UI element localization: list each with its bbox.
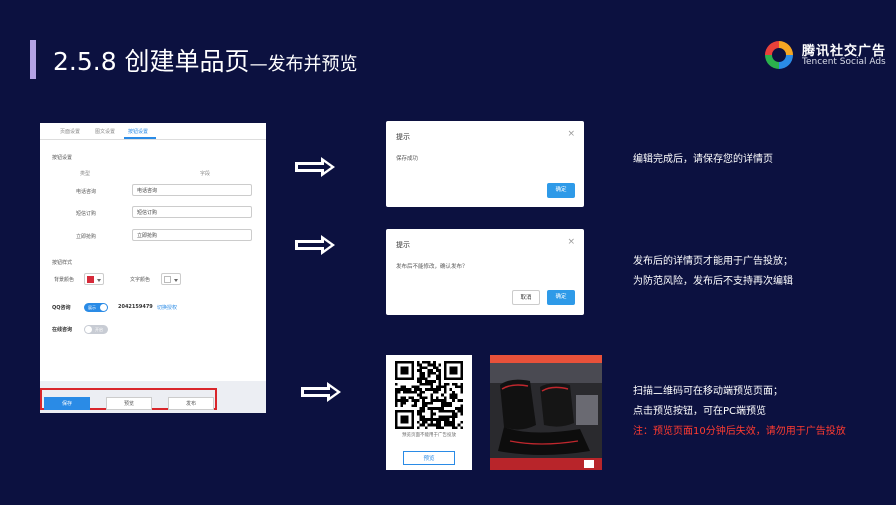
qq-consult-toggle[interactable]: 展示 xyxy=(84,303,108,312)
dialog-message: 保存成功 xyxy=(396,156,419,162)
publish-button[interactable]: 发布 xyxy=(168,397,214,410)
save-button[interactable]: 保存 xyxy=(44,397,90,410)
bg-color-swatch xyxy=(87,276,94,283)
car-seat-photo xyxy=(490,355,602,470)
arrow-right-icon xyxy=(295,235,335,255)
dialog-message: 发布后不能修改，确认发布？ xyxy=(396,264,468,270)
description-publish: 发布后的详情页才能用于广告投放； 为防范风险，发布后不支持再次编辑 xyxy=(633,252,793,292)
chevron-down-icon xyxy=(97,279,101,282)
active-tab-indicator xyxy=(124,137,156,139)
confirm-button[interactable]: 确定 xyxy=(547,290,575,305)
qr-preview-card: 预览页面不能用于广告投放 预览 xyxy=(386,355,472,470)
qq-consult-label: QQ咨询 xyxy=(52,305,71,311)
arrow-right-icon xyxy=(295,157,335,177)
section-button-style: 按钮样式 xyxy=(52,260,73,266)
dialog-title: 提示 xyxy=(396,133,410,141)
text-color-label: 文字颜色 xyxy=(130,277,151,283)
column-field: 字段 xyxy=(200,171,211,177)
button-settings-panel: 页面设置 图文设置 按钮设置 按钮设置 类型 字段 电话咨询 电话咨询 短信订购… xyxy=(40,123,266,413)
description-preview-line1: 扫描二维码可在移动端预览页面； xyxy=(633,386,783,397)
tab-page-settings[interactable]: 页面设置 xyxy=(60,128,80,135)
column-type: 类型 xyxy=(80,171,91,177)
online-consult-toggle[interactable]: 开启 xyxy=(84,325,108,334)
cancel-button[interactable]: 取消 xyxy=(512,290,540,305)
description-preview: 扫描二维码可在移动端预览页面； 点击预览按钮，可在PC端预览 注：预览页面10分… xyxy=(633,382,846,442)
switch-auth-link[interactable]: 切换授权 xyxy=(157,304,177,311)
bg-color-picker[interactable] xyxy=(84,273,104,285)
sms-order-input[interactable]: 短信订购 xyxy=(132,206,252,218)
qr-note: 预览页面不能用于广告投放 xyxy=(402,433,456,438)
mobile-preview-screenshot xyxy=(490,355,602,470)
tencent-logo-icon xyxy=(765,41,793,69)
description-save: 编辑完成后，请保存您的详情页 xyxy=(633,154,773,165)
preview-button[interactable]: 预览 xyxy=(106,397,152,410)
settings-tabs: 页面设置 图文设置 按钮设置 xyxy=(40,123,266,140)
pc-preview-button[interactable]: 预览 xyxy=(403,451,455,465)
tab-image-text-settings[interactable]: 图文设置 xyxy=(95,128,115,135)
description-preview-line2: 点击预览按钮，可在PC端预览 xyxy=(633,406,767,417)
confirm-button[interactable]: 确定 xyxy=(547,183,575,198)
text-color-picker[interactable] xyxy=(161,273,181,285)
toggle-knob xyxy=(100,304,107,311)
title-main: 2.5.8 创建单品页 xyxy=(53,47,250,76)
bg-color-label: 背景颜色 xyxy=(54,277,75,283)
logo-text-en: Tencent Social Ads xyxy=(802,57,886,67)
text-color-swatch xyxy=(164,276,171,283)
row-label-sms: 短信订购 xyxy=(76,211,97,217)
qq-number: 2042159479 xyxy=(118,304,153,310)
description-publish-line2: 为防范风险，发布后不支持再次编辑 xyxy=(633,276,793,287)
row-label-buy: 立即抢购 xyxy=(76,234,97,240)
online-consult-label: 在线咨询 xyxy=(52,327,73,333)
close-icon[interactable]: × xyxy=(567,129,575,139)
buy-now-input[interactable]: 立即抢购 xyxy=(132,229,252,241)
row-label-phone: 电话咨询 xyxy=(76,189,97,195)
tab-button-settings[interactable]: 按钮设置 xyxy=(128,128,148,135)
qr-code-icon xyxy=(395,361,463,429)
online-toggle-text: 开启 xyxy=(95,327,103,332)
phone-consult-input[interactable]: 电话咨询 xyxy=(132,184,252,196)
chevron-down-icon xyxy=(174,279,178,282)
title-sub: —发布并预览 xyxy=(249,54,358,75)
title-accent-bar xyxy=(30,40,36,79)
qq-toggle-text: 展示 xyxy=(88,305,96,310)
close-icon[interactable]: × xyxy=(567,237,575,247)
section-button-settings: 按钮设置 xyxy=(52,155,73,161)
description-publish-line1: 发布后的详情页才能用于广告投放； xyxy=(633,256,793,267)
save-success-dialog: 提示 × 保存成功 确定 xyxy=(386,121,584,207)
dialog-title: 提示 xyxy=(396,241,410,249)
publish-confirm-dialog: 提示 × 发布后不能修改，确认发布？ 取消 确定 xyxy=(386,229,584,315)
description-preview-warning: 注：预览页面10分钟后失效，请勿用于广告投放 xyxy=(633,426,846,437)
arrow-right-icon xyxy=(301,382,341,402)
page-title: 2.5.8 创建单品页—发布并预览 xyxy=(53,42,358,78)
toggle-knob xyxy=(85,326,92,333)
